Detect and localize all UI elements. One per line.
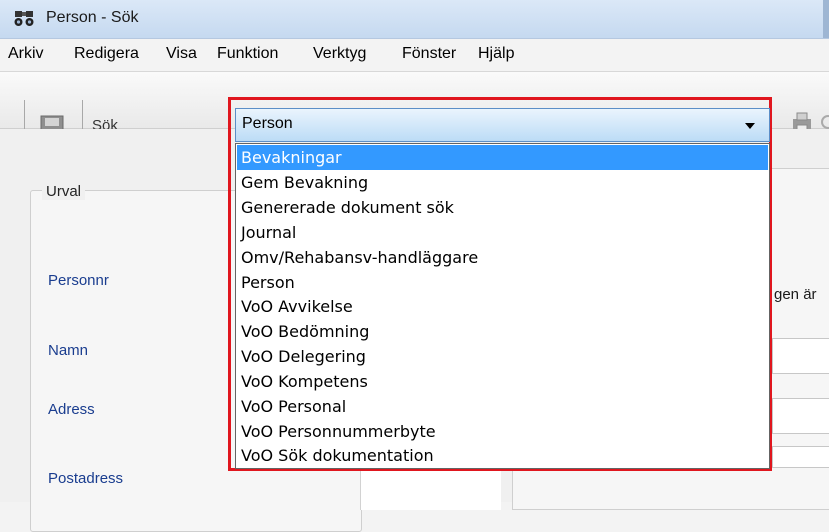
window-controls[interactable] <box>823 0 829 38</box>
namn-label: Namn <box>48 342 89 359</box>
right-input-1[interactable] <box>772 338 829 374</box>
menu-hjalp[interactable]: Hjälp <box>478 45 514 63</box>
chevron-down-icon[interactable] <box>745 123 755 129</box>
menu-verktyg[interactable]: Verktyg <box>313 45 366 63</box>
title-bar: Person - Sök <box>0 0 829 39</box>
dropdown-option[interactable]: VoO Sök dokumentation <box>237 443 768 468</box>
dropdown-option[interactable]: Gem Bevakning <box>237 170 768 195</box>
dropdown-option[interactable]: VoO Avvikelse <box>237 294 768 319</box>
postadress-label: Postadress <box>48 470 124 487</box>
dropdown-option[interactable]: VoO Delegering <box>237 344 768 369</box>
right-input-2[interactable] <box>772 398 829 434</box>
dropdown-option[interactable]: VoO Bedömning <box>237 319 768 344</box>
dropdown-option[interactable]: VoO Kompetens <box>237 369 768 394</box>
binoculars-icon <box>14 9 34 27</box>
right-partial-text: gen är <box>774 286 817 303</box>
combo-selected-value: Person <box>242 115 293 132</box>
search-type-combo[interactable]: Person <box>235 108 770 142</box>
menu-bar: Arkiv Redigera Visa Funktion Verktyg Fön… <box>0 39 829 72</box>
window-title: Person - Sök <box>46 9 139 26</box>
right-input-3[interactable] <box>772 446 829 468</box>
personnr-label: Personnr <box>48 272 109 289</box>
search-type-dropdown-list: Bevakningar Gem Bevakning Genererade dok… <box>235 143 770 469</box>
dropdown-option[interactable]: Person <box>237 270 768 295</box>
dropdown-option[interactable]: VoO Personal <box>237 394 768 419</box>
dropdown-option[interactable]: VoO Personnummerbyte <box>237 419 768 444</box>
menu-visa[interactable]: Visa <box>166 45 197 63</box>
dropdown-option[interactable]: Bevakningar <box>237 145 768 170</box>
menu-redigera[interactable]: Redigera <box>74 45 139 63</box>
urval-title: Urval <box>42 183 86 200</box>
dropdown-option[interactable]: Omv/Rehabansv-handläggare <box>237 245 768 270</box>
dropdown-option[interactable]: Journal <box>237 220 768 245</box>
adress-label: Adress <box>48 401 95 418</box>
menu-funktion[interactable]: Funktion <box>217 45 278 63</box>
dropdown-option[interactable]: Genererade dokument sök <box>237 195 768 220</box>
menu-fonster[interactable]: Fönster <box>402 45 456 63</box>
menu-arkiv[interactable]: Arkiv <box>8 45 44 63</box>
